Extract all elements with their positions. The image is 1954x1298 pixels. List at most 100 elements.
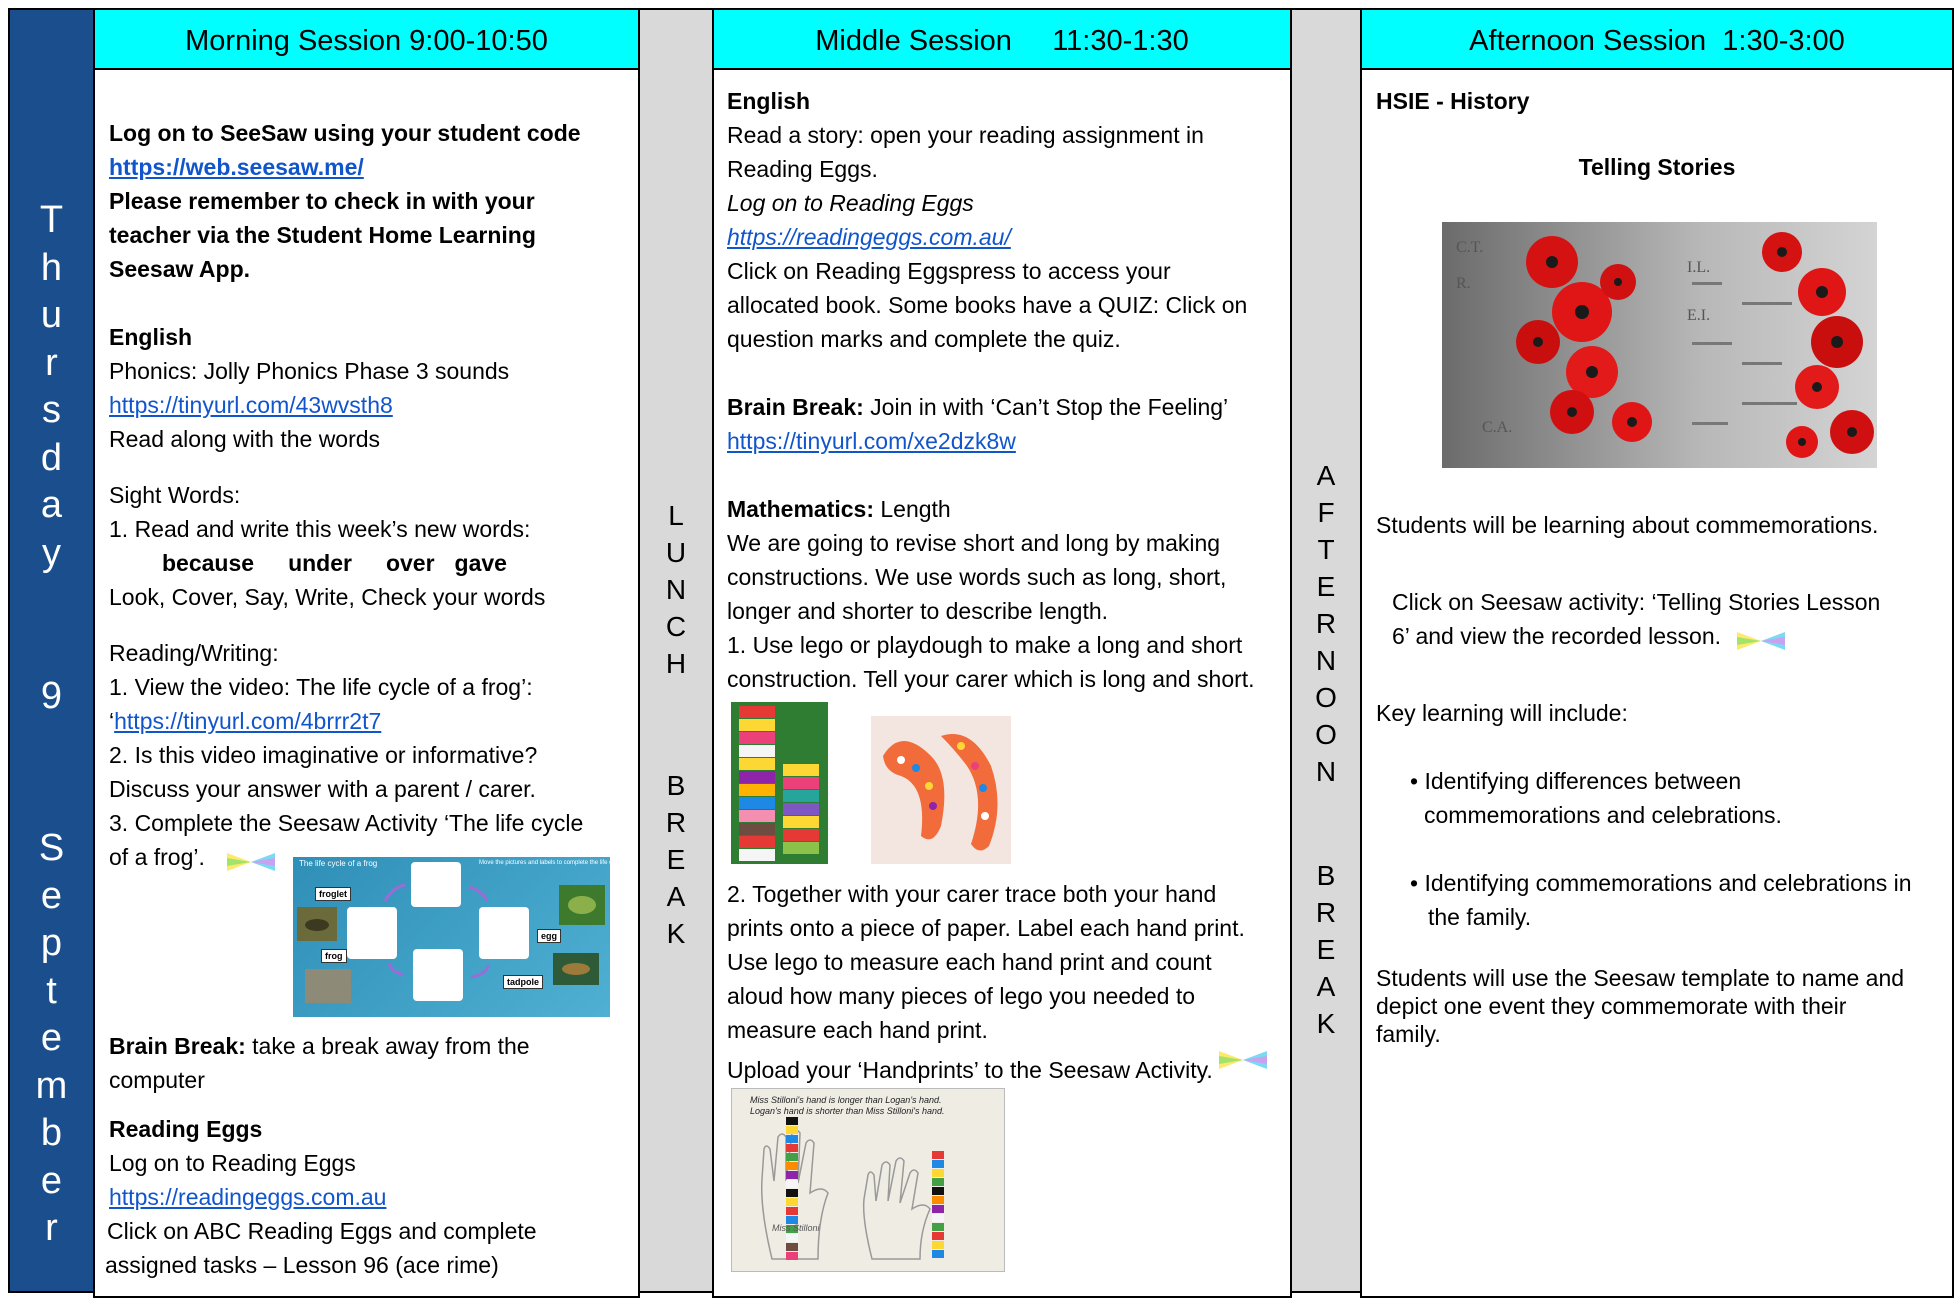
reading-writing-label: Reading/Writing:	[109, 640, 279, 666]
sight-words-step: 1. Read and write this week’s new words:	[109, 516, 531, 542]
day-letter: y	[42, 531, 61, 574]
break-letter: B	[1316, 860, 1336, 891]
seesaw-link[interactable]: https://web.seesaw.me/	[109, 150, 364, 184]
afternoon-letter: N	[1315, 756, 1337, 787]
day-column: T h u r s d a y 9 S e p t e m b e r	[8, 8, 95, 1293]
seesaw-icon[interactable]	[1217, 1047, 1269, 1069]
seesaw-icon[interactable]	[1735, 628, 1787, 650]
click-line-2: 6’ and view the recorded lesson.	[1392, 619, 1787, 653]
afternoon-letter: F	[1317, 497, 1335, 528]
intro-text: Students will be learning about commemor…	[1376, 512, 1879, 538]
day-letter: T	[39, 199, 64, 241]
upload-text: Upload your ‘Handprints’ to the Seesaw A…	[727, 1057, 1213, 1083]
break-letter: E	[666, 844, 686, 875]
break-letter: E	[1316, 934, 1336, 965]
day-name-vertical: T h u r s d a y	[10, 197, 93, 577]
break-letter: A	[1316, 971, 1336, 1002]
maths-line-3: longer and shorter to describe length.	[727, 598, 1109, 624]
phonics-text: Phonics: Jolly Phonics Phase 3 sounds	[109, 358, 510, 384]
subject-title: HSIE - History	[1376, 88, 1530, 114]
maths-topic: Length	[873, 496, 951, 522]
reading-eggs-link[interactable]: https://readingeggs.com.au/	[727, 220, 1011, 254]
upload-line: Upload your ‘Handprints’ to the Seesaw A…	[727, 1047, 1269, 1087]
month-letter: p	[40, 922, 63, 964]
rw-step-2: 2. Is this video imaginative or informat…	[109, 742, 538, 768]
brain-break-text: Join in with ‘Can’t Stop the Feeling’	[863, 394, 1229, 420]
checkin-line-3: Seesaw App.	[109, 256, 251, 282]
wall-name: I.L.	[1687, 259, 1710, 276]
frog-video-link[interactable]: https://tinyurl.com/4brrr2t7	[114, 708, 381, 734]
break-letter: K	[666, 918, 686, 949]
middle-session: English Read a story: open your reading …	[712, 68, 1292, 1298]
maths-label: Mathematics:	[727, 496, 874, 522]
brain-break-line: Brain Break: take a break away from the	[109, 1029, 530, 1063]
lunch-vertical: L U N C H	[640, 497, 712, 682]
poppies-image: C.T. R. C.A. E.I. I.L.	[1442, 222, 1877, 468]
lunch-letter: N	[665, 574, 687, 605]
brain-break-link[interactable]: https://tinyurl.com/xe2dzk8w	[727, 424, 1016, 458]
frog-image-title: The life cycle of a frog	[299, 859, 378, 868]
month-letter: S	[38, 827, 65, 869]
trace-line-4: aloud how many pieces of lego you needed…	[727, 983, 1195, 1009]
morning-session: Log on to SeeSaw using your student code…	[93, 68, 640, 1298]
phonics-link[interactable]: https://tinyurl.com/43wvsth8	[109, 388, 393, 422]
sight-word: because	[162, 550, 255, 576]
english-title: English	[727, 88, 811, 114]
day-number-text: 9	[40, 675, 63, 717]
trace-line-5: measure each hand print.	[727, 1017, 988, 1043]
reading-eggs-click: Click on ABC Reading Eggs and complete	[107, 1218, 537, 1244]
click-line-1: Click on Reading Eggspress to access you…	[727, 258, 1171, 284]
label-egg: egg	[537, 929, 562, 943]
afternoon-letter: O	[1315, 682, 1337, 713]
afternoon-header: Afternoon Session 1:30-3:00	[1360, 8, 1954, 70]
hand-label: Miss Stilloni	[772, 1223, 820, 1233]
reading-eggs-login: Log on to Reading Eggs	[109, 1150, 356, 1176]
brain-break-label: Brain Break:	[727, 394, 864, 420]
brain-break-line: Brain Break: Join in with ‘Can’t Stop th…	[727, 390, 1228, 424]
afternoon-letter: T	[1317, 534, 1335, 565]
bullet-1-line-1: • Identifying differences between	[1410, 768, 1742, 794]
click-line-2: allocated book. Some books have a QUIZ: …	[727, 292, 1248, 318]
maths-line-1: We are going to revise short and long by…	[727, 530, 1221, 556]
checkin-line-2: teacher via the Student Home Learning	[109, 222, 536, 248]
story-line-1: Read a story: open your reading assignme…	[727, 122, 1204, 148]
sight-words-list: because under over gave	[162, 546, 507, 580]
afternoon-letter: A	[1316, 460, 1336, 491]
afternoon-letter: R	[1315, 608, 1337, 639]
rw-step-3b: of a frog’.	[109, 840, 277, 874]
afternoon-session: HSIE - History Telling Stories C.T. R. C…	[1360, 68, 1954, 1298]
rw-step-3: 3. Complete the Seesaw Activity ‘The lif…	[109, 810, 584, 836]
day-letter: a	[40, 484, 63, 526]
break-letter: A	[666, 881, 686, 912]
checkin-line-1: Please remember to check in with your	[109, 188, 535, 214]
lunch-break-vertical: B R E A K	[640, 767, 712, 952]
afternoon-letter: E	[1316, 571, 1336, 602]
brain-break-label: Brain Break:	[109, 1033, 246, 1059]
afternoon-vertical: A F T E R N O O N	[1292, 457, 1360, 790]
reading-eggs-tasks: assigned tasks – Lesson 96 (ace rime)	[105, 1252, 499, 1278]
frog-image-instructions: Move the pictures and labels to complete…	[479, 860, 610, 866]
day-letter: d	[40, 436, 63, 479]
trace-line-3: Use lego to measure each hand print and …	[727, 949, 1212, 975]
rw-step-2b: Discuss your answer with a parent / care…	[109, 776, 536, 802]
lunch-letter: C	[665, 611, 687, 642]
middle-header-text: Middle Session 11:30-1:30	[815, 25, 1189, 57]
sight-words-label: Sight Words:	[109, 482, 241, 508]
summary-line-2: depict one event they commemorate with t…	[1376, 993, 1847, 1019]
story-line-2: Reading Eggs.	[727, 156, 878, 182]
click-line-3: question marks and complete the quiz.	[727, 326, 1121, 352]
month-letter: t	[46, 969, 57, 1012]
day-number: 9	[10, 673, 93, 721]
wall-name: R.	[1456, 275, 1471, 292]
trace-line-1: 2. Together with your carer trace both y…	[727, 881, 1217, 907]
month-letter: m	[35, 1064, 68, 1107]
morning-header: Morning Session 9:00-10:50	[93, 8, 640, 70]
sight-word: over	[385, 550, 435, 576]
lunch-break-column: L U N C H B R E A K	[638, 8, 714, 1293]
sight-word: gave	[454, 550, 507, 576]
reading-eggs-link[interactable]: https://readingeggs.com.au	[109, 1180, 386, 1214]
seesaw-icon[interactable]	[225, 849, 277, 871]
afternoon-break-vertical: B R E A K	[1292, 857, 1360, 1042]
month-vertical: S e p t e m b e r	[10, 825, 93, 1253]
reading-eggs-title: Reading Eggs	[109, 1116, 263, 1142]
